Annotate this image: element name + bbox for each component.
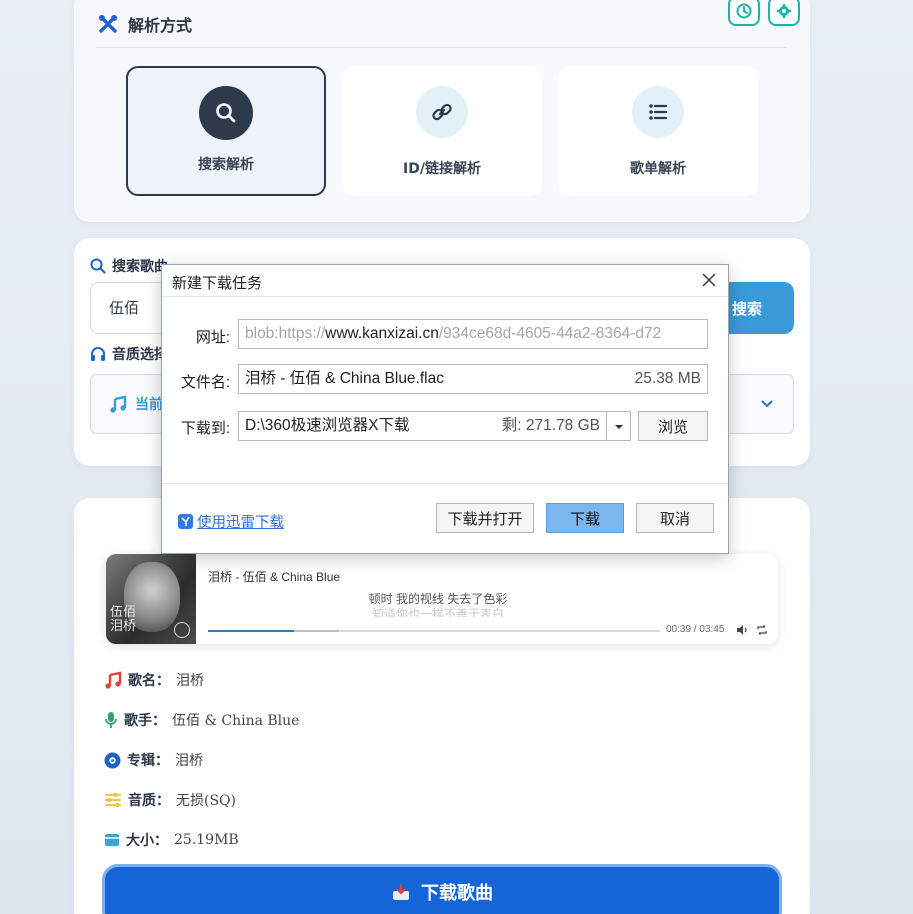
history-icon bbox=[736, 3, 752, 19]
song-album-label: 专辑： bbox=[127, 753, 169, 769]
url-label: 网址: bbox=[195, 329, 230, 346]
song-size-label: 大小： bbox=[126, 833, 168, 849]
cover-text: 伍佰 泪桥 bbox=[110, 605, 137, 634]
song-name-row: 歌名： 泪桥 bbox=[104, 670, 204, 690]
player-title: 泪桥 - 伍佰 & China Blue bbox=[208, 570, 341, 584]
download-open-button[interactable]: 下载并打开 bbox=[436, 503, 534, 533]
music-note-icon bbox=[105, 671, 122, 689]
microphone-icon bbox=[105, 712, 117, 728]
dialog-divider bbox=[162, 483, 728, 484]
gear-icon bbox=[777, 4, 791, 18]
parse-method-title: 解析方式 bbox=[98, 12, 192, 36]
url-prefix: blob:https:// bbox=[245, 325, 326, 342]
download-song-label: 下载歌曲 bbox=[421, 883, 493, 904]
song-album-row: 专辑： 泪桥 bbox=[104, 750, 203, 770]
url-field[interactable]: blob:https://www.kanxizai.cn/934ce68d-46… bbox=[238, 319, 708, 349]
volume-icon[interactable] bbox=[736, 624, 748, 636]
xunlei-link-text: 使用迅雷下载 bbox=[197, 515, 284, 531]
url-host: www.kanxizai.cn bbox=[325, 325, 439, 342]
divider bbox=[96, 47, 786, 48]
xunlei-link[interactable]: 使用迅雷下载 bbox=[178, 511, 284, 532]
music-note-icon bbox=[110, 395, 127, 413]
quality-section-label: 音质选择 bbox=[90, 344, 168, 364]
method-search-label: 搜索解析 bbox=[198, 157, 254, 173]
player-time: 00:39 / 03:45 bbox=[666, 624, 725, 635]
song-quality-label: 音质： bbox=[128, 793, 170, 809]
lyric-next: 知道你也一样不善于表白 bbox=[371, 607, 504, 617]
quality-section-label-text: 音质选择 bbox=[112, 347, 168, 363]
saveto-dropdown-button[interactable] bbox=[607, 411, 631, 441]
sliders-icon bbox=[105, 793, 121, 807]
method-playlist-label: 歌单解析 bbox=[630, 161, 686, 177]
song-artist-row: 歌手： 伍佰 & China Blue bbox=[104, 710, 299, 730]
download-button[interactable]: 下载 bbox=[546, 503, 624, 533]
saveto-field[interactable]: D:\360极速浏览器X下载 剩: 271.78 GB bbox=[238, 411, 607, 441]
download-icon bbox=[393, 884, 409, 900]
quality-select-value: 当前 bbox=[135, 397, 163, 413]
free-space: 剩: 271.78 GB bbox=[501, 417, 600, 434]
url-rest: /934ce68d-4605-44a2-8364-d72 bbox=[438, 325, 662, 342]
song-name-value: 泪桥 bbox=[176, 673, 204, 689]
song-artist-value: 伍佰 & China Blue bbox=[172, 713, 300, 729]
headphones-icon bbox=[91, 347, 105, 361]
file-size: 25.38 MB bbox=[634, 370, 701, 387]
search-section-label-text: 搜索歌曲 bbox=[112, 259, 168, 275]
method-link-circle bbox=[416, 86, 468, 138]
result-card: 伍佰 泪桥 泪桥 - 伍佰 & China Blue 顿时 我的视线 失去了色彩 … bbox=[74, 498, 810, 914]
close-icon[interactable] bbox=[700, 271, 718, 289]
method-id-link-option[interactable]: ID/链接解析 bbox=[342, 66, 542, 196]
method-playlist-option[interactable]: 歌单解析 bbox=[558, 66, 758, 196]
link-icon bbox=[432, 103, 452, 121]
download-song-button[interactable]: 下载歌曲 bbox=[102, 864, 782, 914]
method-id-link-label: ID/链接解析 bbox=[403, 161, 481, 177]
song-artist-label: 歌手： bbox=[124, 713, 166, 729]
search-icon bbox=[216, 103, 236, 123]
song-name-label: 歌名： bbox=[128, 673, 170, 689]
search-icon bbox=[90, 258, 106, 274]
parse-method-title-text: 解析方式 bbox=[128, 16, 193, 35]
list-icon bbox=[649, 104, 668, 120]
filename-value: 泪桥 - 伍佰 & China Blue.flac bbox=[245, 370, 444, 387]
method-search-option[interactable]: 搜索解析 bbox=[126, 66, 326, 196]
settings-button[interactable] bbox=[768, 0, 800, 26]
loop-icon[interactable] bbox=[756, 624, 768, 636]
album-cover: 伍佰 泪桥 bbox=[106, 554, 196, 644]
history-button[interactable] bbox=[728, 0, 760, 26]
dialog-title: 新建下载任务 bbox=[172, 275, 263, 292]
disc-icon bbox=[104, 752, 121, 768]
tools-icon bbox=[99, 15, 117, 33]
chevron-down-icon bbox=[761, 400, 773, 408]
saveto-path: D:\360极速浏览器X下载 bbox=[245, 417, 410, 434]
song-album-value: 泪桥 bbox=[175, 753, 203, 769]
audio-player: 伍佰 泪桥 泪桥 - 伍佰 & China Blue 顿时 我的视线 失去了色彩 … bbox=[106, 554, 778, 644]
dialog-header: 新建下载任务 bbox=[162, 265, 728, 297]
song-quality-value: 无损(SQ) bbox=[176, 793, 236, 809]
method-list-circle bbox=[632, 86, 684, 138]
pause-button[interactable] bbox=[174, 622, 190, 638]
parse-method-card: 解析方式 搜索解析 ID/链接解析 歌单解析 bbox=[74, 0, 810, 222]
browse-button[interactable]: 浏览 bbox=[638, 411, 708, 441]
saveto-label: 下载到: bbox=[180, 420, 230, 437]
xunlei-icon bbox=[178, 514, 193, 529]
progress-bar[interactable] bbox=[208, 630, 660, 632]
filename-label: 文件名: bbox=[180, 374, 230, 391]
song-size-row: 大小： 25.19MB bbox=[104, 830, 239, 850]
method-search-circle bbox=[199, 86, 253, 140]
filename-field[interactable]: 泪桥 - 伍佰 & China Blue.flac 25.38 MB bbox=[238, 364, 708, 394]
progress-fill bbox=[208, 630, 294, 632]
box-icon bbox=[105, 834, 119, 846]
search-section-label: 搜索歌曲 bbox=[90, 256, 168, 276]
cancel-button[interactable]: 取消 bbox=[636, 503, 714, 533]
song-quality-row: 音质： 无损(SQ) bbox=[104, 790, 236, 810]
new-download-dialog: 新建下载任务 网址: blob:https://www.kanxizai.cn/… bbox=[161, 264, 729, 554]
song-size-value: 25.19MB bbox=[174, 832, 239, 848]
